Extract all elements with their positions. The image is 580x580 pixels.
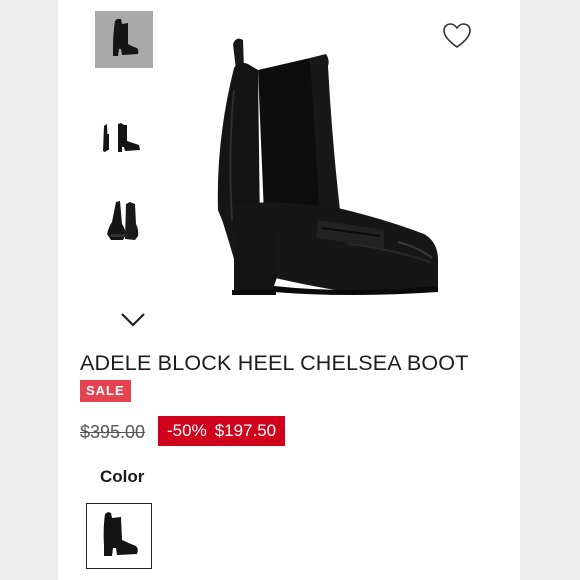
color-label: Color <box>100 467 145 486</box>
product-page: ADELE BLOCK HEEL CHELSEA BOOT SALE $395.… <box>58 0 520 580</box>
sale-price-box: -50% $197.50 <box>158 416 286 446</box>
sale-price: $197.50 <box>214 421 277 440</box>
heart-outline-icon[interactable] <box>442 22 472 50</box>
product-title: ADELE BLOCK HEEL CHELSEA BOOT <box>80 351 469 375</box>
boot-front-image <box>107 201 139 240</box>
gallery-thumbnail-1[interactable] <box>95 11 153 68</box>
sale-badge: SALE <box>80 380 131 402</box>
gallery-thumbnail-2[interactable] <box>95 112 153 162</box>
original-price: $395.00 <box>80 422 146 442</box>
discount-percent: -50% <box>167 421 207 440</box>
swatch-boot-image <box>103 512 138 556</box>
gallery-thumbnail-3[interactable] <box>95 194 153 250</box>
boot-pair-image <box>103 123 140 152</box>
boot-side-image <box>113 19 139 56</box>
product-main-image <box>217 38 438 295</box>
chevron-down-icon[interactable] <box>120 312 146 328</box>
color-swatch-black[interactable] <box>86 503 152 569</box>
